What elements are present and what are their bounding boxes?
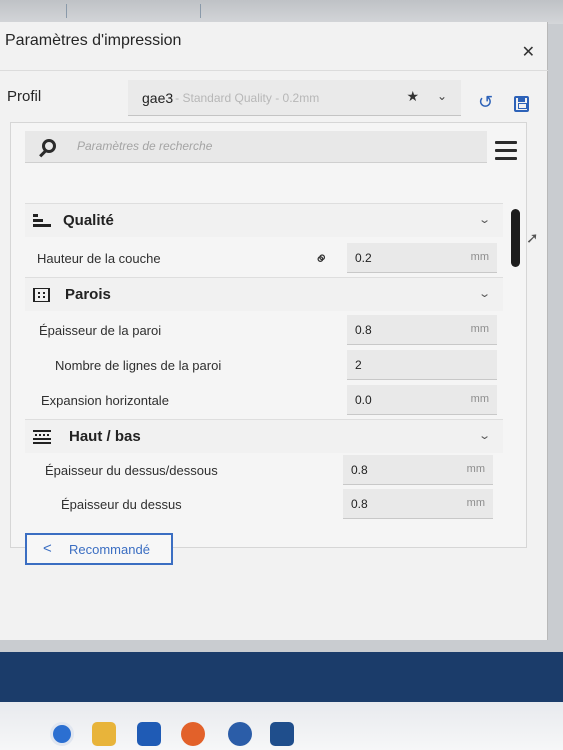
top-bottom-icon <box>33 430 51 444</box>
setting-label: Épaisseur du dessus/dessous <box>45 463 218 478</box>
setting-value: 0.0 <box>355 393 372 407</box>
media-icon[interactable] <box>137 722 161 746</box>
section-qualite[interactable]: Qualité ⌄ <box>25 203 503 237</box>
profile-dropdown[interactable]: gae3 - Standard Quality - 0.2mm ★ ⌄ <box>128 80 461 116</box>
profile-description: - Standard Quality - 0.2mm <box>175 90 320 105</box>
chevron-down-icon[interactable]: ⌄ <box>478 287 491 300</box>
search-icon <box>42 139 56 153</box>
wall-thickness-field[interactable]: 0.8 mm <box>347 315 497 345</box>
setting-row-nombre-lignes: Nombre de lignes de la paroi 2 <box>25 348 503 382</box>
section-parois[interactable]: Parois ⌄ <box>25 277 503 311</box>
section-title: Parois <box>65 286 111 303</box>
top-thickness-field[interactable]: 0.8 mm <box>343 489 493 519</box>
chevron-down-icon[interactable]: ⌄ <box>478 213 491 226</box>
setting-label: Expansion horizontale <box>41 393 169 408</box>
title-divider <box>0 70 548 71</box>
layer-height-field[interactable]: 0.2 mm <box>347 243 497 273</box>
search-input[interactable]: Paramètres de recherche <box>25 131 487 163</box>
strip-marker <box>66 4 67 18</box>
setting-unit: mm <box>470 323 489 335</box>
setting-row-epaisseur-paroi: Épaisseur de la paroi 0.8 mm <box>25 313 503 347</box>
app-icon[interactable] <box>228 722 252 746</box>
favorite-star-icon[interactable]: ★ <box>406 88 419 105</box>
cura-icon[interactable] <box>270 722 294 746</box>
setting-label: Épaisseur du dessus <box>61 497 182 512</box>
settings-panel: Paramètres de recherche Qualité ⌄ Hauteu… <box>10 122 539 565</box>
section-title: Haut / bas <box>69 428 141 445</box>
hamburger-menu-icon[interactable] <box>495 141 517 165</box>
print-settings-dialog: Paramètres d'impression ✕ Profil gae3 - … <box>0 22 548 640</box>
setting-unit: mm <box>470 251 489 263</box>
wall-line-count-field[interactable]: 2 <box>347 350 497 380</box>
chevron-left-icon: < <box>43 540 52 557</box>
recommended-button[interactable]: < Recommandé <box>25 533 173 565</box>
setting-value: 0.8 <box>351 497 368 511</box>
chevron-down-icon[interactable]: ⌄ <box>478 429 491 442</box>
section-title: Qualité <box>63 212 114 229</box>
dialog-title: Paramètres d'impression <box>5 32 182 49</box>
folder-icon[interactable] <box>92 722 116 746</box>
setting-row-hauteur-couche: Hauteur de la couche ⚭ 0.2 mm <box>25 241 503 275</box>
search-placeholder: Paramètres de recherche <box>77 139 213 153</box>
setting-value: 0.8 <box>351 463 368 477</box>
setting-label: Hauteur de la couche <box>37 251 161 266</box>
quality-icon <box>33 214 51 227</box>
taskbar <box>0 702 563 750</box>
edge-icon[interactable] <box>50 722 74 746</box>
setting-row-expansion: Expansion horizontale 0.0 mm <box>25 383 503 417</box>
firefox-icon[interactable] <box>181 722 205 746</box>
mouse-cursor-icon: ➚ <box>526 230 539 247</box>
setting-unit: mm <box>466 497 485 509</box>
profile-name: gae3 <box>142 89 174 106</box>
setting-label: Épaisseur de la paroi <box>39 323 162 338</box>
recommended-label: Recommandé <box>69 542 150 557</box>
section-haut-bas[interactable]: Haut / bas ⌄ <box>25 419 503 453</box>
setting-value: 0.8 <box>355 323 372 337</box>
setting-row-epaisseur-dessus: Épaisseur du dessus 0.8 mm <box>25 487 503 521</box>
desktop-background <box>0 652 563 702</box>
link-icon[interactable]: ⚭ <box>310 247 334 271</box>
setting-unit: mm <box>470 393 489 405</box>
setting-value: 0.2 <box>355 251 372 265</box>
background-window-strip <box>0 0 563 24</box>
strip-marker <box>200 4 201 18</box>
horizontal-expansion-field[interactable]: 0.0 mm <box>347 385 497 415</box>
reset-icon[interactable]: ↺ <box>478 92 493 113</box>
setting-label: Nombre de lignes de la paroi <box>55 358 222 373</box>
close-icon[interactable]: ✕ <box>522 42 535 62</box>
walls-icon <box>33 288 50 302</box>
scrollbar[interactable] <box>511 209 520 267</box>
profile-label: Profil <box>7 88 42 105</box>
chevron-down-icon[interactable]: ⌄ <box>437 89 447 103</box>
top-bottom-thickness-field[interactable]: 0.8 mm <box>343 455 493 485</box>
save-icon[interactable] <box>514 96 529 112</box>
setting-row-epaisseur-dessus-dessous: Épaisseur du dessus/dessous 0.8 mm <box>25 453 503 487</box>
setting-unit: mm <box>466 463 485 475</box>
setting-value: 2 <box>355 358 362 372</box>
